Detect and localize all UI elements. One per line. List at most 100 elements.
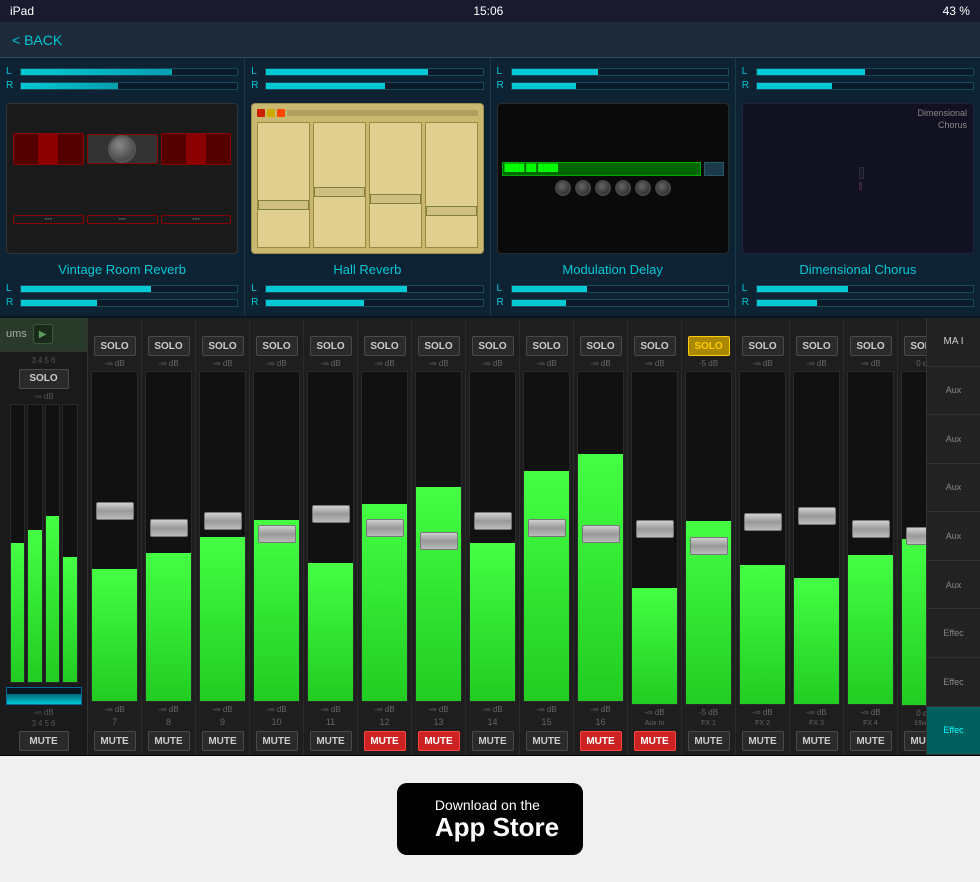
solo-btn-15[interactable]: SOLO (526, 336, 568, 356)
solo-btn-13[interactable]: SOLO (418, 336, 460, 356)
fader-track-12 (361, 371, 408, 702)
color-bar-14 (466, 318, 519, 332)
top-meters-hall: L R (251, 66, 483, 91)
sidebar-btn-main[interactable]: MA I (927, 318, 980, 367)
fader-track-11 (307, 371, 354, 702)
mute-btn-13[interactable]: MUTE (418, 731, 460, 751)
app-store-top-text: Download on the (435, 797, 559, 813)
fader-handle-14[interactable] (474, 512, 512, 530)
mute-btn-fx4[interactable]: MUTE (850, 731, 892, 751)
mute-btn-auxin[interactable]: MUTE (634, 731, 676, 751)
solo-btn-fx3[interactable]: SOLO (796, 336, 838, 356)
fader-handle-auxin[interactable] (636, 520, 674, 538)
sidebar-btn-effec3[interactable]: Effec (927, 707, 980, 756)
fader-track-14 (469, 371, 516, 702)
fader-handle-9[interactable] (204, 512, 242, 530)
left-solo-button[interactable]: SOLO (19, 369, 69, 389)
mute-btn-effect4[interactable]: MUTE (904, 731, 927, 751)
sidebar-btn-aux4[interactable]: Aux (927, 512, 980, 561)
left-db-label-2: -∞ dB (33, 708, 53, 717)
fader-handle-13[interactable] (420, 532, 458, 550)
fader-handle-16[interactable] (582, 525, 620, 543)
solo-btn-fx4[interactable]: SOLO (850, 336, 892, 356)
mute-btn-12[interactable]: MUTE (364, 731, 406, 751)
device-vintage[interactable]: ▪▪▪ ▪▪▪ ▪▪▪ (6, 103, 238, 254)
left-bottom-box (6, 687, 82, 705)
color-bar-7 (88, 318, 141, 332)
fader-handle-fx3[interactable] (798, 507, 836, 525)
sidebar-btn-aux3[interactable]: Aux (927, 464, 980, 513)
fader-track-15 (523, 371, 570, 702)
device-mod[interactable]: ████ ██ ████ (497, 103, 729, 254)
left-mute-button[interactable]: MUTE (19, 731, 69, 751)
solo-btn-auxin[interactable]: SOLO (634, 336, 676, 356)
fader-handle-7[interactable] (96, 502, 134, 520)
channel-strip-10: SOLO -∞ dB -∞ dB 10 MUTE (250, 318, 304, 755)
fader-track-13 (415, 371, 462, 702)
effect-panel-vintage[interactable]: L R ▪▪▪ ▪▪▪ ▪▪▪ Vintage Room Reverb (0, 58, 245, 316)
device-chorus[interactable]: DimensionalChorus (742, 103, 974, 254)
left-db-label: -∞ dB (33, 392, 53, 401)
effect-panel-mod[interactable]: L R ████ ██ ████ (491, 58, 736, 316)
channel-strip-auxin: SOLO -∞ dB -∞ dB Aux In MUTE (628, 318, 682, 755)
play-button[interactable]: ▶ (33, 324, 53, 344)
back-button[interactable]: < BACK (12, 32, 62, 48)
sidebar-btn-effec2[interactable]: Effec (927, 658, 980, 707)
solo-btn-8[interactable]: SOLO (148, 336, 190, 356)
solo-btn-16[interactable]: SOLO (580, 336, 622, 356)
solo-btn-7[interactable]: SOLO (94, 336, 136, 356)
fader-handle-fx4[interactable] (852, 520, 890, 538)
top-meters-vintage: L R (6, 66, 238, 91)
mute-btn-11[interactable]: MUTE (310, 731, 352, 751)
status-bar: iPad 15:06 43 % (0, 0, 980, 22)
fader-handle-effect4[interactable] (906, 527, 927, 545)
mute-btn-7[interactable]: MUTE (94, 731, 136, 751)
fader-handle-fx2[interactable] (744, 513, 782, 531)
fader-handle-8[interactable] (150, 519, 188, 537)
fader-handle-fx1[interactable] (690, 537, 728, 555)
top-meters-mod: L R (497, 66, 729, 91)
sidebar-btn-aux2[interactable]: Aux (927, 415, 980, 464)
color-bar-9 (196, 318, 249, 332)
fader-area-15 (520, 369, 573, 704)
effect-panel-hall[interactable]: L R (245, 58, 490, 316)
mute-btn-fx1[interactable]: MUTE (688, 731, 730, 751)
sidebar-btn-aux5[interactable]: Aux (927, 561, 980, 610)
solo-btn-fx2[interactable]: SOLO (742, 336, 784, 356)
device-hall[interactable] (251, 103, 483, 254)
solo-btn-9[interactable]: SOLO (202, 336, 244, 356)
fader-handle-15[interactable] (528, 519, 566, 537)
solo-btn-14[interactable]: SOLO (472, 336, 514, 356)
channel-strip-12: SOLO -∞ dB -∞ dB 12 MUTE (358, 318, 412, 755)
fader-area-fx1 (682, 369, 735, 707)
app-store-bottom-text: App Store (435, 813, 559, 842)
app-store-button[interactable]: Download on the App Store (397, 783, 583, 856)
fader-handle-11[interactable] (312, 505, 350, 523)
channel-strip-effect4: SOLO 0 dB 0 dB Effect 4 MUTE (898, 318, 926, 755)
sidebar-btn-effec1[interactable]: Effec (927, 609, 980, 658)
solo-btn-fx1[interactable]: SOLO (688, 336, 730, 356)
mute-btn-9[interactable]: MUTE (202, 731, 244, 751)
color-bar-10 (250, 318, 303, 332)
fader-handle-10[interactable] (258, 525, 296, 543)
solo-btn-10[interactable]: SOLO (256, 336, 298, 356)
sidebar-btn-aux1[interactable]: Aux (927, 367, 980, 416)
mute-btn-fx2[interactable]: MUTE (742, 731, 784, 751)
mute-btn-8[interactable]: MUTE (148, 731, 190, 751)
fader-track-9 (199, 371, 246, 702)
solo-btn-effect4[interactable]: SOLO (904, 336, 927, 356)
effect-name-chorus: Dimensional Chorus (799, 262, 916, 277)
effect-panel-chorus[interactable]: L R DimensionalChorus Dimensional Chorus… (736, 58, 980, 316)
drum-label: ums (6, 328, 27, 340)
channel-strip-11: SOLO -∞ dB -∞ dB 11 MUTE (304, 318, 358, 755)
solo-btn-11[interactable]: SOLO (310, 336, 352, 356)
top-meters-chorus: L R (742, 66, 974, 91)
mute-btn-fx3[interactable]: MUTE (796, 731, 838, 751)
solo-btn-12[interactable]: SOLO (364, 336, 406, 356)
mute-btn-15[interactable]: MUTE (526, 731, 568, 751)
mute-btn-16[interactable]: MUTE (580, 731, 622, 751)
meter-r-label: R (6, 80, 16, 91)
fader-handle-12[interactable] (366, 519, 404, 537)
mute-btn-14[interactable]: MUTE (472, 731, 514, 751)
mute-btn-10[interactable]: MUTE (256, 731, 298, 751)
